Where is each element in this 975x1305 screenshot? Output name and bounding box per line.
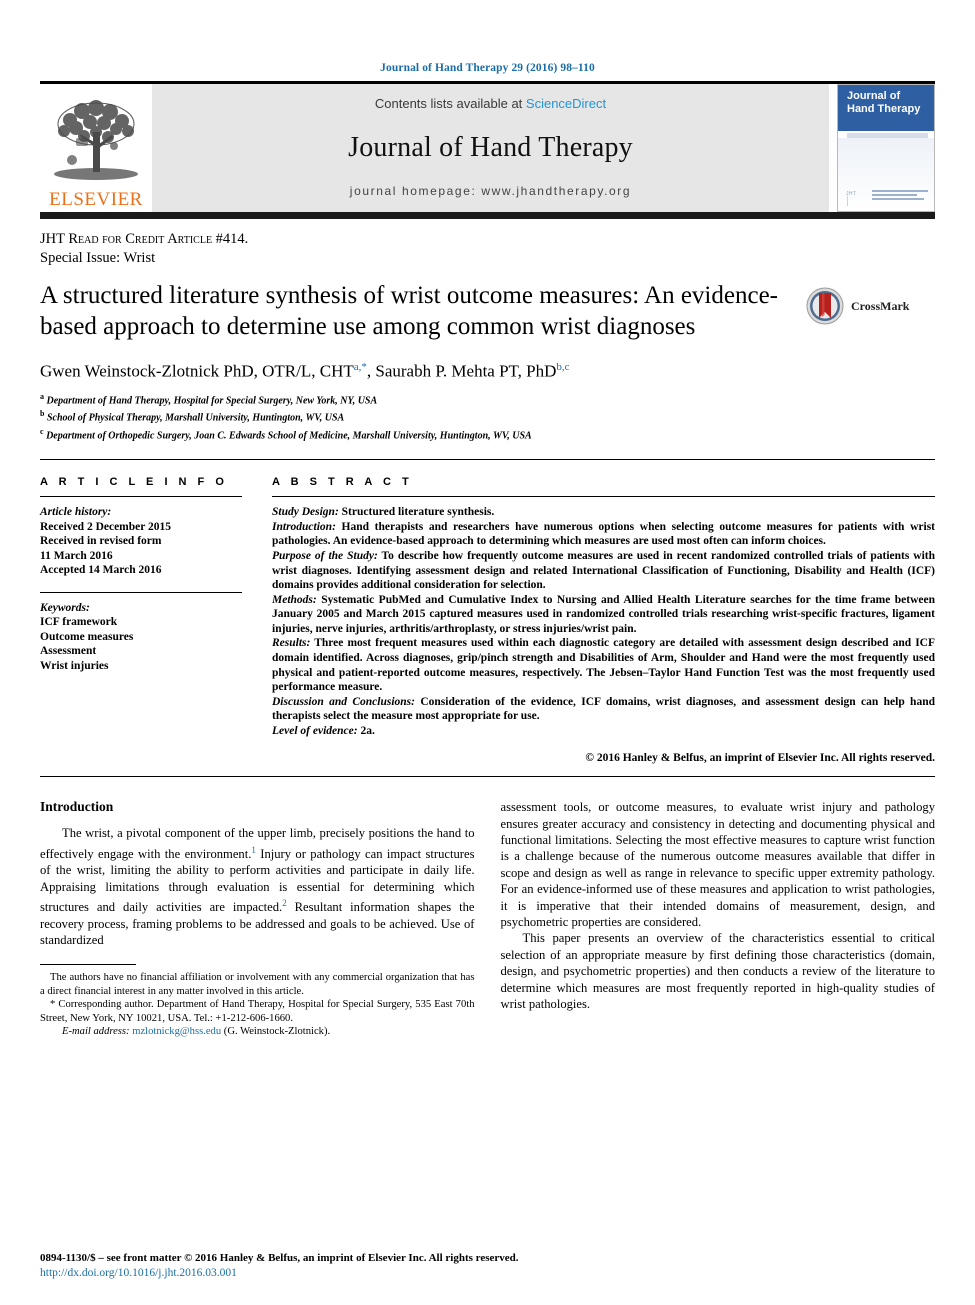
masthead-bottom-rule — [40, 212, 935, 219]
page-footer: 0894-1130/$ – see front matter © 2016 Ha… — [40, 1251, 935, 1281]
abstract-column: A B S T R A C T Study Design: Structured… — [272, 476, 935, 765]
body-column-left: Introduction The wrist, a pivotal compon… — [40, 799, 475, 1038]
journal-homepage-link[interactable]: journal homepage: www.jhandtherapy.org — [350, 184, 631, 198]
cover-foot-label: JHT — [846, 191, 857, 197]
abstract-label-3: Methods: — [272, 593, 317, 606]
article-history-label: Article history: — [40, 506, 112, 519]
abstract-label-0: Study Design: — [272, 506, 339, 519]
body-column-right: assessment tools, or outcome measures, t… — [501, 799, 936, 1038]
intro-paragraph-right-2: This paper presents an overview of the c… — [500, 931, 936, 1012]
keywords-label: Keywords: — [40, 601, 90, 614]
cover-title-line2: Hand Therapy — [847, 103, 921, 115]
title-row: A structured literature synthesis of wri… — [40, 280, 935, 342]
special-issue-line: Special Issue: Wrist — [40, 250, 156, 266]
jht-credit-banner: JHT Read for Credit Article #414. Specia… — [40, 219, 935, 268]
abstract-section-6: Level of evidence: 2a. — [272, 724, 935, 739]
article-info-heading: A R T I C L E I N F O — [40, 476, 228, 489]
history-item-2: 11 March 2016 — [40, 549, 113, 562]
abstract-section-0: Study Design: Structured literature synt… — [272, 505, 935, 520]
journal-title: Journal of Hand Therapy — [348, 131, 633, 163]
elsevier-tree-icon — [54, 100, 138, 180]
abstract-copyright: © 2016 Hanley & Belfus, an imprint of El… — [585, 751, 935, 764]
info-abstract-section: A R T I C L E I N F O Article history: R… — [40, 476, 935, 765]
abstract-section-1: Introduction: Hand therapists and resear… — [272, 520, 935, 549]
affiliation-marker-b: b — [40, 409, 45, 419]
abstract-section-5: Discussion and Conclusions: Consideratio… — [272, 695, 935, 724]
intro-paragraph-right-1: assessment tools, or outcome measures, t… — [500, 800, 936, 930]
history-item-3: Accepted 14 March 2016 — [40, 564, 162, 577]
abstract-body: Study Design: Structured literature synt… — [272, 497, 935, 765]
affiliation-b: b School of Physical Therapy, Marshall U… — [40, 407, 935, 425]
paper-page: Journal of Hand Therapy 29 (2016) 98–110 — [0, 0, 975, 1305]
footnote-email: E-mail address: mzlotnickg@hss.edu (G. W… — [40, 1025, 475, 1038]
introduction-heading: Introduction — [40, 799, 114, 815]
history-item-0: Received 2 December 2015 — [40, 520, 172, 533]
footnote-corresponding-author: * Corresponding author. Department of Ha… — [40, 999, 475, 1024]
journal-cover-thumbnail[interactable]: Journal of Hand Therapy JHT — [837, 84, 935, 212]
affiliation-marker-a: a — [40, 391, 44, 401]
header-divider — [40, 459, 935, 461]
abstract-label-6: Level of evidence: — [272, 725, 358, 738]
affiliation-text-b: School of Physical Therapy, Marshall Uni… — [46, 412, 345, 424]
elsevier-logo: ELSEVIER — [40, 84, 152, 212]
footnote-separator — [40, 964, 136, 966]
abstract-text-6: 2a. — [357, 725, 375, 738]
email-link[interactable]: mzlotnickg@hss.edu — [132, 1026, 221, 1037]
article-history-block: Article history: Received 2 December 201… — [40, 497, 242, 578]
abstract-end-divider — [40, 776, 935, 778]
body-columns: Introduction The wrist, a pivotal compon… — [40, 799, 935, 1038]
article-info-column: A R T I C L E I N F O Article history: R… — [40, 476, 272, 765]
cover-body: JHT — [838, 138, 934, 210]
abstract-label-4: Results: — [272, 637, 311, 650]
author-list: Gwen Weinstock-Zlotnick PhD, OTR/L, CHTa… — [40, 361, 570, 381]
elsevier-wordmark: ELSEVIER — [49, 189, 143, 210]
abstract-section-4: Results: Three most frequent measures us… — [272, 636, 935, 694]
abstract-text-4: Three most frequent measures used within… — [272, 637, 935, 694]
abstract-heading: A B S T R A C T — [272, 476, 413, 489]
abstract-section-3: Methods: Systematic PubMed and Cumulativ… — [272, 593, 935, 637]
email-label: E-mail address: — [62, 1026, 130, 1038]
page-title: A structured literature synthesis of wri… — [40, 282, 778, 340]
abstract-label-2: Purpose of the Study: — [272, 549, 378, 562]
masthead-center: Contents lists available at ScienceDirec… — [152, 84, 829, 212]
running-head: Journal of Hand Therapy 29 (2016) 98–110 — [380, 62, 595, 74]
doi-link[interactable]: http://dx.doi.org/10.1016/j.jht.2016.03.… — [40, 1266, 935, 1281]
email-suffix: (G. Weinstock-Zlotnick). — [221, 1026, 331, 1038]
issn-copyright-line: 0894-1130/$ – see front matter © 2016 Ha… — [40, 1252, 519, 1264]
affiliation-marker-c: c — [40, 427, 44, 437]
crossmark-icon — [806, 287, 844, 325]
contents-available-line: Contents lists available at ScienceDirec… — [375, 96, 606, 111]
cover-title: Journal of Hand Therapy — [838, 85, 934, 131]
contents-prefix: Contents lists available at — [374, 96, 526, 111]
history-item-1: Received in revised form — [40, 535, 162, 548]
intro-paragraph-left: The wrist, a pivotal component of the up… — [40, 826, 475, 948]
crossmark-badge-group[interactable]: CrossMark — [805, 280, 935, 326]
sciencedirect-link[interactable]: ScienceDirect — [526, 96, 606, 111]
keyword-0: ICF framework — [40, 616, 118, 629]
keyword-2: Assessment — [40, 645, 97, 658]
cover-foot-bars — [872, 190, 928, 202]
abstract-section-2: Purpose of the Study: To describe how fr… — [272, 549, 935, 593]
abstract-text-0: Structured literature synthesis. — [338, 506, 495, 519]
cover-title-line1: Journal of — [847, 90, 901, 102]
crossmark-label: CrossMark — [851, 298, 910, 313]
affiliation-list: a Department of Hand Therapy, Hospital f… — [40, 390, 935, 443]
cover-left-rule — [847, 196, 848, 206]
jht-credit-line: JHT Read for Credit Article #414. — [40, 231, 249, 247]
affiliation-a: a Department of Hand Therapy, Hospital f… — [40, 390, 935, 408]
journal-masthead: ELSEVIER Contents lists available at Sci… — [40, 81, 935, 219]
keywords-block: Keywords: ICF framework Outcome measures… — [40, 593, 242, 674]
affiliation-c: c Department of Orthopedic Surgery, Joan… — [40, 425, 935, 443]
abstract-label-5: Discussion and Conclusions: — [272, 695, 415, 708]
keyword-3: Wrist injuries — [40, 659, 109, 672]
affiliation-text-a: Department of Hand Therapy, Hospital for… — [46, 394, 378, 406]
affiliation-text-c: Department of Orthopedic Surgery, Joan C… — [46, 430, 532, 442]
abstract-label-1: Introduction: — [272, 520, 336, 533]
abstract-text-3: Systematic PubMed and Cumulative Index t… — [272, 593, 935, 635]
footnote-disclosure: The authors have no financial affiliatio… — [40, 972, 475, 997]
keyword-1: Outcome measures — [40, 630, 134, 643]
abstract-text-1: Hand therapists and researchers have num… — [272, 520, 935, 548]
